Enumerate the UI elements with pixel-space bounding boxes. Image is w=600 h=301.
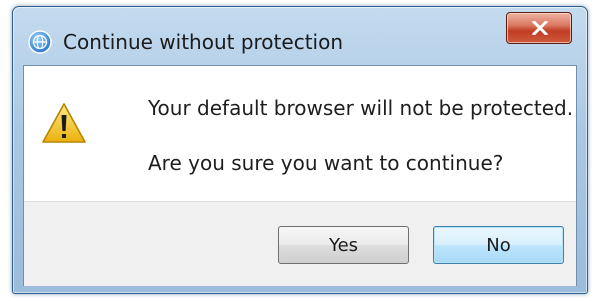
dialog-body: Your default browser will not be protect…: [23, 65, 577, 286]
yes-button[interactable]: Yes: [278, 226, 409, 264]
dialog-window: Continue without protection Your default…: [12, 6, 588, 294]
primary-message: Your default browser will not be protect…: [148, 96, 574, 120]
warning-icon: [41, 102, 87, 144]
globe-icon: [28, 30, 52, 54]
button-bar: Yes No: [24, 201, 576, 286]
secondary-message: Are you sure you want to continue?: [148, 151, 504, 175]
title-bar[interactable]: Continue without protection: [13, 7, 587, 65]
close-icon: [532, 21, 548, 35]
no-button[interactable]: No: [433, 226, 564, 264]
close-button[interactable]: [506, 12, 572, 44]
dialog-title: Continue without protection: [63, 30, 343, 54]
message-area: Your default browser will not be protect…: [24, 66, 576, 201]
